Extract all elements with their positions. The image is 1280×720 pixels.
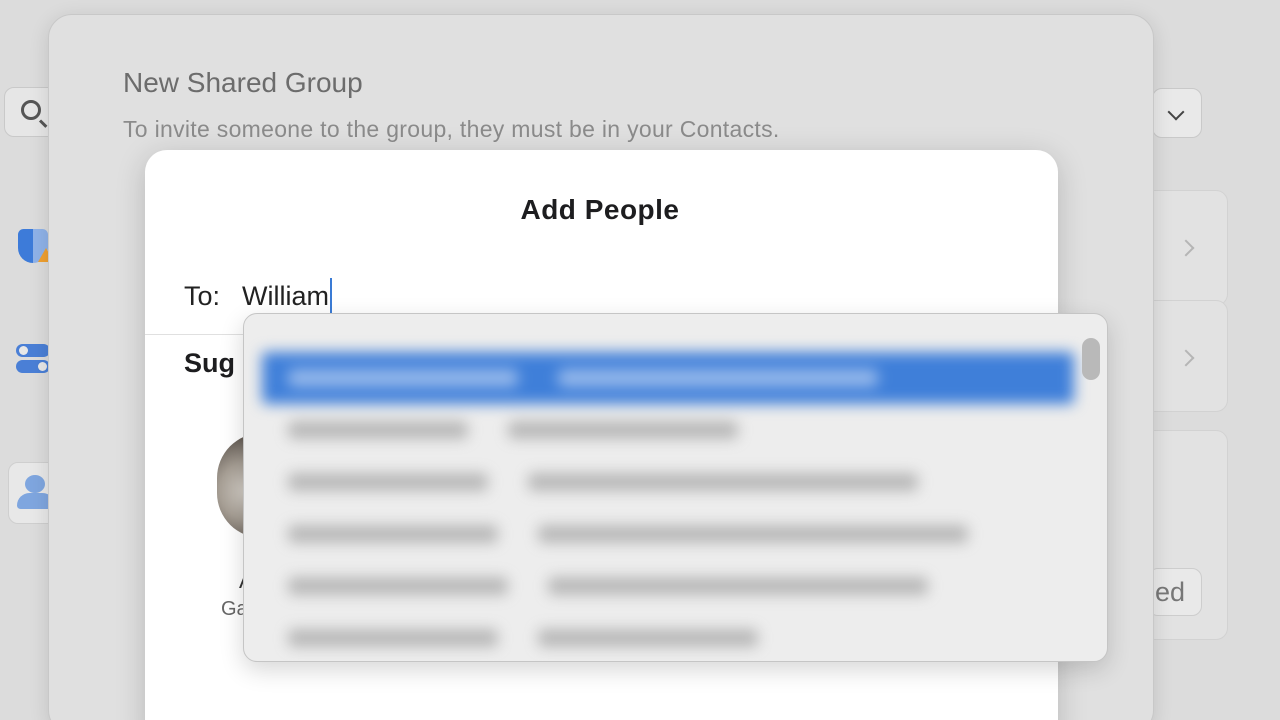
popup-scrollbar[interactable] (1082, 338, 1100, 380)
autocomplete-row-name (288, 421, 468, 439)
autocomplete-row-detail (538, 629, 758, 647)
autocomplete-row-name (288, 473, 488, 491)
recipient-input[interactable]: William (242, 281, 329, 312)
autocomplete-row[interactable] (262, 404, 1074, 456)
toggle-icon (16, 344, 50, 357)
autocomplete-row[interactable] (262, 508, 1074, 560)
people-icon (25, 475, 45, 493)
sheet-subtitle: To invite someone to the group, they mus… (123, 116, 780, 142)
autocomplete-row[interactable] (262, 352, 1074, 404)
background-dropdown-button[interactable] (1152, 88, 1202, 138)
dialog-title: Add People (520, 194, 680, 225)
autocomplete-row-detail (558, 369, 878, 387)
background-pill-label: ed (1155, 577, 1186, 607)
autocomplete-row[interactable] (262, 612, 1074, 661)
autocomplete-row-detail (548, 577, 928, 595)
autocomplete-row-name (288, 525, 498, 543)
autocomplete-row-detail (528, 473, 918, 491)
autocomplete-row-name (288, 577, 508, 595)
chevron-down-icon (1167, 103, 1185, 121)
autocomplete-row-name (288, 629, 498, 647)
sheet-title: New Shared Group (123, 67, 363, 98)
suggested-heading: Sug (184, 348, 235, 378)
toggle-icon (16, 360, 50, 373)
background-pill-button[interactable]: ed (1148, 568, 1202, 616)
autocomplete-row-detail (538, 525, 968, 543)
autocomplete-row[interactable] (262, 456, 1074, 508)
autocomplete-row-detail (508, 421, 738, 439)
to-field-row[interactable]: To: William (184, 276, 333, 316)
autocomplete-row-name (288, 369, 518, 387)
autocomplete-popup (243, 313, 1108, 662)
autocomplete-list (262, 352, 1074, 661)
text-caret (330, 278, 333, 314)
search-icon (21, 100, 41, 120)
autocomplete-row[interactable] (262, 560, 1074, 612)
to-label: To: (184, 280, 221, 311)
